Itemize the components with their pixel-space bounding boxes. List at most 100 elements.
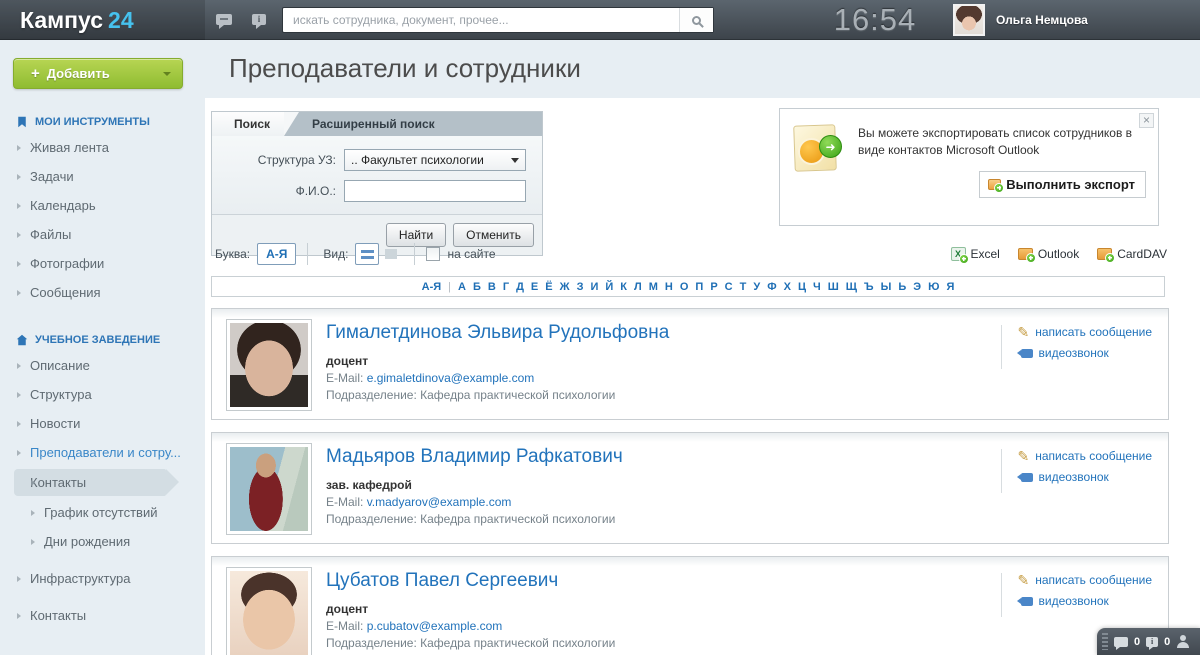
global-search-input[interactable] bbox=[283, 8, 679, 32]
list-view-icon bbox=[361, 250, 374, 253]
staff-name-link[interactable]: Мадьяров Владимир Рафкатович bbox=[326, 446, 623, 468]
alphabet-letter[interactable]: Ь bbox=[898, 281, 906, 293]
export-excel-link[interactable]: X Excel bbox=[951, 247, 1000, 261]
user-name[interactable]: Ольга Немцова bbox=[996, 0, 1088, 40]
alphabet-letter[interactable]: Х bbox=[784, 281, 791, 293]
outlook-icon bbox=[1018, 248, 1033, 260]
alphabet-letter[interactable]: Ф bbox=[767, 281, 776, 293]
sidebar-item-photos[interactable]: Фотографии bbox=[0, 249, 205, 278]
alphabet-letter[interactable]: Л bbox=[634, 281, 642, 293]
sidebar-item-contacts[interactable]: Контакты bbox=[0, 601, 205, 630]
alphabet-letter[interactable]: З bbox=[577, 281, 584, 293]
staff-photo[interactable] bbox=[226, 567, 312, 655]
sidebar-item-structure[interactable]: Структура bbox=[0, 380, 205, 409]
write-message-label: написать сообщение bbox=[1035, 325, 1152, 339]
alphabet-letter[interactable]: С bbox=[725, 281, 733, 293]
alphabet-letter[interactable]: И bbox=[590, 281, 598, 293]
staff-email-link[interactable]: e.gimaletdinova@example.com bbox=[367, 371, 535, 385]
export-link-label: Outlook bbox=[1038, 247, 1079, 261]
info-icon[interactable]: i bbox=[1146, 637, 1158, 647]
staff-name-link[interactable]: Гималетдинова Эльвира Рудольфовна bbox=[326, 322, 669, 344]
letter-filter-button[interactable]: А-Я bbox=[257, 243, 296, 265]
sidebar-item-birthdays[interactable]: Дни рождения bbox=[0, 527, 205, 556]
alphabet-letter[interactable]: Ч bbox=[813, 281, 821, 293]
write-message-link[interactable]: ✎написать сообщение bbox=[1018, 449, 1153, 463]
sidebar-item-files[interactable]: Файлы bbox=[0, 220, 205, 249]
video-call-link[interactable]: видеозвонок bbox=[1018, 470, 1153, 484]
person-icon[interactable] bbox=[1176, 635, 1189, 648]
alphabet-letter[interactable]: Ё bbox=[545, 281, 552, 293]
sidebar-item-infrastructure[interactable]: Инфраструктура bbox=[0, 564, 205, 593]
run-export-button[interactable]: Выполнить экспорт bbox=[979, 171, 1146, 198]
search-button[interactable] bbox=[679, 8, 713, 32]
sidebar-item-contacts-active[interactable]: Контакты bbox=[14, 469, 166, 496]
sidebar-item-live-feed[interactable]: Живая лента bbox=[0, 133, 205, 162]
sidebar-item-calendar[interactable]: Календарь bbox=[0, 191, 205, 220]
alphabet-letter[interactable]: Н bbox=[665, 281, 673, 293]
alphabet-letter[interactable]: Ы bbox=[881, 281, 892, 293]
avatar[interactable] bbox=[953, 4, 985, 36]
tab-advanced-search[interactable]: Расширенный поиск bbox=[284, 112, 453, 136]
write-message-link[interactable]: ✎написать сообщение bbox=[1018, 325, 1153, 339]
drag-handle[interactable] bbox=[1102, 633, 1108, 650]
view-compact-button[interactable] bbox=[379, 243, 403, 265]
app-logo[interactable]: Кампус24 bbox=[0, 0, 205, 40]
alphabet-letter[interactable]: В bbox=[488, 281, 496, 293]
staff-photo[interactable] bbox=[226, 319, 312, 411]
export-outlook-link[interactable]: Outlook bbox=[1018, 247, 1079, 261]
add-button[interactable]: + Добавить bbox=[13, 58, 183, 89]
alphabet-letter[interactable]: Ъ bbox=[864, 281, 874, 293]
fio-input[interactable] bbox=[344, 180, 526, 202]
alphabet-letter[interactable]: М bbox=[649, 281, 658, 293]
staff-name-link[interactable]: Цубатов Павел Сергеевич bbox=[326, 570, 558, 592]
alphabet-letter[interactable]: Я bbox=[946, 281, 954, 293]
alphabet-letter[interactable]: Е bbox=[531, 281, 538, 293]
sidebar-item-staff[interactable]: Преподаватели и сотру... bbox=[0, 438, 205, 467]
onsite-checkbox[interactable] bbox=[426, 247, 440, 261]
alphabet-letter[interactable]: Э bbox=[913, 281, 921, 293]
alphabet-letter[interactable]: Ю bbox=[928, 281, 939, 293]
staff-email-link[interactable]: p.cubatov@example.com bbox=[367, 619, 503, 633]
messages-icon[interactable] bbox=[216, 14, 232, 25]
sidebar-item-news[interactable]: Новости bbox=[0, 409, 205, 438]
alphabet-letter[interactable]: Щ bbox=[846, 281, 857, 293]
alphabet-letter[interactable]: Б bbox=[473, 281, 481, 293]
alphabet-letter[interactable]: У bbox=[753, 281, 760, 293]
video-call-link[interactable]: видеозвонок bbox=[1018, 346, 1153, 360]
alphabet-letter[interactable]: Ж bbox=[560, 281, 570, 293]
alphabet-letter[interactable]: Р bbox=[710, 281, 717, 293]
arrow-icon bbox=[31, 480, 35, 486]
sidebar-item-absence-schedule[interactable]: График отсутствий bbox=[0, 498, 205, 527]
alphabet-letter[interactable]: К bbox=[620, 281, 627, 293]
tab-search[interactable]: Поиск bbox=[212, 112, 284, 136]
view-list-button[interactable] bbox=[355, 243, 379, 265]
sidebar-section-label: МОИ ИНСТРУМЕНТЫ bbox=[35, 116, 150, 128]
sidebar-item-messages[interactable]: Сообщения bbox=[0, 278, 205, 307]
alphabet-letter[interactable]: П bbox=[695, 281, 703, 293]
close-icon[interactable]: × bbox=[1139, 113, 1154, 128]
sidebar-section-institution[interactable]: УЧЕБНОЕ ЗАВЕДЕНИЕ bbox=[16, 334, 205, 346]
logo-text: Кампус bbox=[20, 7, 103, 33]
alphabet-letter[interactable]: О bbox=[680, 281, 689, 293]
video-call-link[interactable]: видеозвонок bbox=[1018, 594, 1153, 608]
alphabet-all-link[interactable]: А-Я bbox=[422, 281, 442, 293]
export-carddav-link[interactable]: CardDAV bbox=[1097, 247, 1167, 261]
staff-photo[interactable] bbox=[226, 443, 312, 535]
alphabet-letter[interactable]: Ш bbox=[828, 281, 839, 293]
write-message-label: написать сообщение bbox=[1035, 573, 1152, 587]
staff-email-link[interactable]: v.madyarov@example.com bbox=[367, 495, 512, 509]
alphabet-letter[interactable]: А bbox=[458, 281, 466, 293]
sidebar-item-description[interactable]: Описание bbox=[0, 351, 205, 380]
staff-card: Цубатов Павел Сергеевич доцент E-Mail: p… bbox=[211, 556, 1169, 655]
alphabet-letter[interactable]: Д bbox=[516, 281, 524, 293]
write-message-link[interactable]: ✎написать сообщение bbox=[1018, 573, 1153, 587]
alphabet-letter[interactable]: Й bbox=[605, 281, 613, 293]
chat-icon[interactable] bbox=[1114, 637, 1128, 647]
structure-select[interactable]: .. Факультет психологии bbox=[344, 149, 526, 171]
sidebar-section-my-tools[interactable]: МОИ ИНСТРУМЕНТЫ bbox=[16, 116, 205, 128]
sidebar-item-tasks[interactable]: Задачи bbox=[0, 162, 205, 191]
alphabet-letter[interactable]: Т bbox=[740, 281, 747, 293]
notifications-info-icon[interactable]: i bbox=[252, 14, 266, 25]
alphabet-letter[interactable]: Ц bbox=[798, 281, 806, 293]
alphabet-letter[interactable]: Г bbox=[503, 281, 509, 293]
